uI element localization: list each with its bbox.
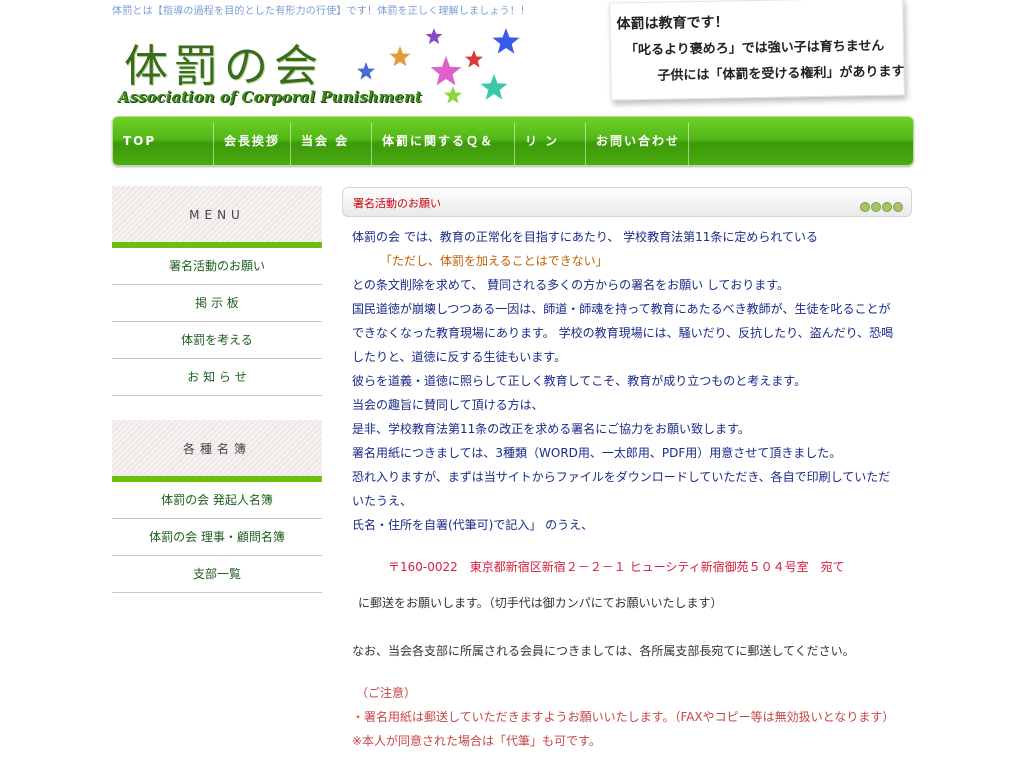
nav-about[interactable]: 当会 会 bbox=[291, 117, 371, 165]
sidebar-item-bulletin-board[interactable]: 掲 示 板 bbox=[112, 285, 322, 322]
star-icon bbox=[425, 28, 443, 44]
star-icon bbox=[465, 50, 483, 68]
sidebar-item-branches[interactable]: 支部一覧 bbox=[112, 556, 322, 593]
dot-icon bbox=[871, 202, 881, 212]
body-line-6: 彼らを道義・道徳に照らして正しく教育してこそ、教育が成り立つものと考えます。 bbox=[352, 374, 807, 388]
caution-title: （ご注意） bbox=[356, 686, 417, 700]
sidebar-item-news[interactable]: お 知 ら せ bbox=[112, 359, 322, 396]
branch-note: なお、当会各支部に所属される会員につきましては、各所属支部長宛てに郵送してくださ… bbox=[352, 644, 855, 658]
slogan-box: 体罰は教育です！ 「叱るより褒めろ」では強い子は育ちません 子供には「体罰を受け… bbox=[609, 0, 905, 101]
header-tagline: 体罰とは【指導の過程を目的とした有形力の行使】です！体罰を正しく理解しましょう！… bbox=[112, 6, 531, 17]
caution-line-1: ・署名用紙は郵送していただきますようお願いいたします。（FAXやコピー等は無効扱… bbox=[352, 710, 895, 724]
star-icon bbox=[389, 46, 411, 67]
body-line-11: いたうえ、 bbox=[352, 494, 413, 508]
star-icon bbox=[444, 86, 462, 104]
mail-request: に郵送をお願いします。（切手代は御カンパにてお願いいたします） bbox=[358, 596, 723, 610]
sidebar-menu-title: MENU bbox=[112, 186, 322, 248]
stars-decoration bbox=[357, 28, 520, 104]
slogan-line-3: 子供には「体罰を受ける権利」があります bbox=[657, 64, 905, 84]
body-line-3: 国民道徳が崩壊しつつある一因は、師道・師魂を持って教育にあたるべき教師が、生徒を… bbox=[352, 302, 891, 316]
nav-contact[interactable]: お問い合わせ bbox=[586, 117, 688, 165]
body-line-10: 恐れ入りますが、まずは当サイトからファイルをダウンロードしていただき、各自で印刷… bbox=[352, 470, 891, 484]
nav-separator bbox=[688, 123, 689, 165]
caution-line-2: ※本人が同意された場合は「代筆」も可です。 bbox=[352, 734, 601, 748]
dot-icon bbox=[860, 202, 870, 212]
body-line-8: 是非、学校教育法第11条の改正を求める署名にご協力をお願い致します。 bbox=[352, 422, 750, 436]
body-quote: 「ただし、体罰を加えることはできない」 bbox=[380, 254, 608, 268]
body-line-1: 体罰の会 では、教育の正常化を目指すにあたり、 学校教育法第11条に定められてい… bbox=[352, 230, 819, 244]
slogan-line-2: 「叱るより褒めろ」では強い子は育ちません bbox=[624, 38, 885, 59]
body-line-5: したりと、道徳に反する生徒もいます。 bbox=[352, 350, 567, 364]
body-line-4: できなくなった教育現場にあります。 学校の教育現場には、騒いだり、反抗したり、盗… bbox=[352, 326, 894, 340]
dots-decoration bbox=[859, 197, 903, 212]
page-title: 署名活動のお願い bbox=[353, 197, 441, 210]
nav-faq[interactable]: 体罰に関するＱ＆ bbox=[372, 117, 514, 165]
sidebar-item-think-punishment[interactable]: 体罰を考える bbox=[112, 322, 322, 359]
mailing-address: 〒160-0022 東京都新宿区新宿２－２－１ ヒューシティ新宿御苑５０４号室 … bbox=[388, 560, 845, 574]
star-icon bbox=[480, 74, 508, 100]
dot-icon bbox=[893, 202, 903, 212]
sidebar-item-founders[interactable]: 体罰の会 発起人名簿 bbox=[112, 482, 322, 519]
sidebar: MENU 署名活動のお願い 掲 示 板 体罰を考える お 知 ら せ 各種名簿 … bbox=[112, 186, 322, 593]
slogan-line-1: 体罰は教育です！ bbox=[616, 14, 729, 33]
body-line-2: との条文削除を求めて、 賛同される多くの方からの署名をお願い しております。 bbox=[352, 278, 789, 292]
sidebar-roster-title: 各種名簿 bbox=[112, 420, 322, 482]
nav-links[interactable]: リ ン bbox=[515, 117, 585, 165]
nav-chairman-greeting[interactable]: 会長挨拶 bbox=[214, 117, 290, 165]
content-title-bar: 署名活動のお願い bbox=[342, 187, 912, 217]
body-line-9: 署名用紙につきましては、3種類（WORD用、一太郎用、PDF用）用意させて頂きま… bbox=[352, 446, 842, 460]
sidebar-item-directors[interactable]: 体罰の会 理事・顧問名簿 bbox=[112, 519, 322, 556]
sidebar-item-signature[interactable]: 署名活動のお願い bbox=[112, 248, 322, 285]
body-line-7: 当会の趣旨に賛同して頂ける方は、 bbox=[352, 398, 544, 412]
star-icon bbox=[430, 56, 462, 86]
star-icon bbox=[492, 28, 520, 54]
main-navigation: TOP 会長挨拶 当会 会 体罰に関するＱ＆ リ ン お問い合わせ bbox=[112, 116, 914, 166]
body-line-12: 氏名・住所を自署(代筆可)で記入」 のうえ、 bbox=[352, 518, 594, 532]
nav-top[interactable]: TOP bbox=[113, 117, 213, 165]
logo-text: 体罰の会 bbox=[124, 41, 324, 92]
dot-icon bbox=[882, 202, 892, 212]
star-icon bbox=[357, 62, 375, 80]
site-logo[interactable]: 体罰の会 Association of Corporal Punishment bbox=[112, 22, 532, 114]
